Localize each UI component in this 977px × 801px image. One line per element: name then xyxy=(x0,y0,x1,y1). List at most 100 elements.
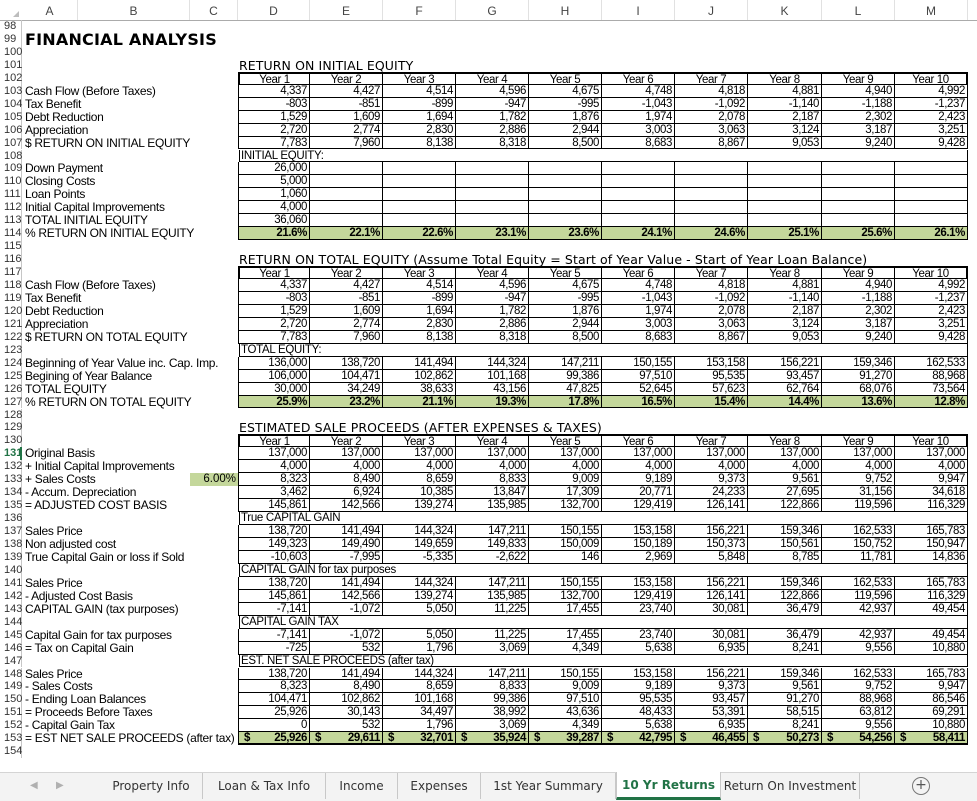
cell[interactable]: 73,564 xyxy=(895,382,968,396)
cell[interactable]: -1,237 xyxy=(895,291,968,305)
cell[interactable]: 137,000 xyxy=(675,447,748,461)
cell[interactable]: 8,683 xyxy=(602,136,675,150)
empty-cell[interactable] xyxy=(383,162,456,176)
sheet-tab-return-on-investment[interactable]: Return On Investment xyxy=(721,773,860,799)
cell[interactable]: 147,211 xyxy=(456,667,529,681)
cell[interactable]: 1,876 xyxy=(529,110,602,124)
cell[interactable]: 132,700 xyxy=(529,589,602,603)
cell[interactable]: 141,494 xyxy=(310,525,383,538)
cell[interactable]: 9,189 xyxy=(602,473,675,487)
cell[interactable]: 4,000 xyxy=(822,460,895,474)
row-header-120[interactable]: 120 xyxy=(0,304,22,318)
cell[interactable]: 4,818 xyxy=(675,84,748,98)
cell[interactable]: -1,043 xyxy=(602,291,675,305)
cell[interactable]: 1,529 xyxy=(238,304,310,318)
cell[interactable]: -899 xyxy=(383,97,456,111)
cell[interactable]: -995 xyxy=(529,97,602,111)
pct-return-cell[interactable]: 21.1% xyxy=(383,395,456,409)
cell[interactable]: 8,138 xyxy=(383,330,456,344)
cell[interactable]: 153,158 xyxy=(602,576,675,590)
empty-cell[interactable] xyxy=(456,162,529,176)
cell[interactable]: 4,427 xyxy=(310,279,383,292)
cell[interactable]: 2,830 xyxy=(383,317,456,331)
cell[interactable]: 150,155 xyxy=(529,667,602,681)
row-header-133[interactable]: 133 xyxy=(0,473,22,487)
sheet-tab-loan-tax-info[interactable]: Loan & Tax Info xyxy=(203,773,326,799)
row-header-144[interactable]: 144 xyxy=(0,615,22,629)
row-header-153[interactable]: 153 xyxy=(0,732,22,746)
cell[interactable]: 4,337 xyxy=(238,84,310,98)
empty-cell[interactable] xyxy=(895,214,968,228)
cell[interactable]: 150,561 xyxy=(748,538,822,551)
cell[interactable]: 8,833 xyxy=(456,680,529,694)
cell[interactable]: 2,302 xyxy=(822,304,895,318)
column-header-k[interactable]: K xyxy=(748,0,822,20)
pct-return-cell[interactable]: 24.1% xyxy=(602,227,675,241)
empty-cell[interactable] xyxy=(895,162,968,176)
cell[interactable]: 138,720 xyxy=(238,576,310,590)
row-header-100[interactable]: 100 xyxy=(0,45,22,59)
cell[interactable]: 2,774 xyxy=(310,317,383,331)
cell[interactable]: 2,720 xyxy=(238,123,310,137)
column-header-a[interactable]: A xyxy=(22,0,78,20)
row-header-107[interactable]: 107 xyxy=(0,136,22,150)
cell[interactable]: 8,318 xyxy=(456,330,529,344)
cell[interactable]: 156,221 xyxy=(675,525,748,538)
cell[interactable]: 145,861 xyxy=(238,589,310,603)
cell[interactable]: 9,009 xyxy=(529,473,602,487)
empty-cell[interactable] xyxy=(456,175,529,189)
cell[interactable]: 4,940 xyxy=(822,84,895,98)
cell[interactable]: 38,992 xyxy=(456,706,529,720)
cell[interactable]: 91,270 xyxy=(748,693,822,707)
cell[interactable]: 97,510 xyxy=(602,369,675,383)
cell[interactable]: 8,833 xyxy=(456,473,529,487)
cell[interactable]: 135,985 xyxy=(456,589,529,603)
row-header-151[interactable]: 151 xyxy=(0,706,22,720)
cell[interactable]: 4,000 xyxy=(238,201,310,215)
cell[interactable]: 138,720 xyxy=(310,356,383,370)
row-header-103[interactable]: 103 xyxy=(0,84,22,98)
cell[interactable]: 8,659 xyxy=(383,473,456,487)
cell[interactable]: 150,189 xyxy=(602,538,675,551)
cell[interactable]: 2,830 xyxy=(383,123,456,137)
net-proceeds-cell[interactable]: 42,795 $ xyxy=(602,732,675,746)
cell[interactable]: 3,462 xyxy=(238,486,310,500)
add-sheet-icon[interactable]: + xyxy=(912,777,930,795)
cell[interactable]: 11,225 xyxy=(456,602,529,616)
row-header-138[interactable]: 138 xyxy=(0,538,22,551)
pct-return-cell[interactable]: 16.5% xyxy=(602,395,675,409)
cell[interactable]: 8,323 xyxy=(238,473,310,487)
sheet-tab-property-info[interactable]: Property Info xyxy=(100,773,203,799)
row-header-129[interactable]: 129 xyxy=(0,421,22,435)
cell[interactable]: 11,781 xyxy=(822,550,895,564)
cell[interactable]: -725 xyxy=(238,641,310,655)
cell[interactable]: 3,003 xyxy=(602,317,675,331)
cell[interactable]: -5,335 xyxy=(383,550,456,564)
cell[interactable]: 3,063 xyxy=(675,123,748,137)
empty-cell[interactable] xyxy=(602,201,675,215)
row-header-130[interactable]: 130 xyxy=(0,434,22,448)
empty-cell[interactable] xyxy=(456,188,529,202)
cell[interactable]: 159,346 xyxy=(822,356,895,370)
cell[interactable]: 101,168 xyxy=(456,369,529,383)
empty-cell[interactable] xyxy=(675,188,748,202)
empty-cell[interactable] xyxy=(456,201,529,215)
cell[interactable]: 4,000 xyxy=(529,460,602,474)
cell[interactable]: 6,935 xyxy=(675,719,748,733)
cell[interactable]: 4,514 xyxy=(383,84,456,98)
cell[interactable]: 4,818 xyxy=(675,279,748,292)
cell[interactable]: 5,050 xyxy=(383,628,456,642)
cell[interactable]: 14,836 xyxy=(895,550,968,564)
cell[interactable]: 4,000 xyxy=(238,460,310,474)
cell[interactable]: 86,546 xyxy=(895,693,968,707)
column-header-m[interactable]: M xyxy=(895,0,968,20)
cell[interactable]: -1,237 xyxy=(895,97,968,111)
pct-return-cell[interactable]: 24.6% xyxy=(675,227,748,241)
cell[interactable]: -803 xyxy=(238,97,310,111)
cell[interactable]: 122,866 xyxy=(748,499,822,513)
cell[interactable]: 153,158 xyxy=(602,525,675,538)
cell[interactable]: 5,848 xyxy=(675,550,748,564)
cell[interactable]: 69,291 xyxy=(895,706,968,720)
cell[interactable]: 23,740 xyxy=(602,602,675,616)
cell[interactable]: 3,124 xyxy=(748,123,822,137)
